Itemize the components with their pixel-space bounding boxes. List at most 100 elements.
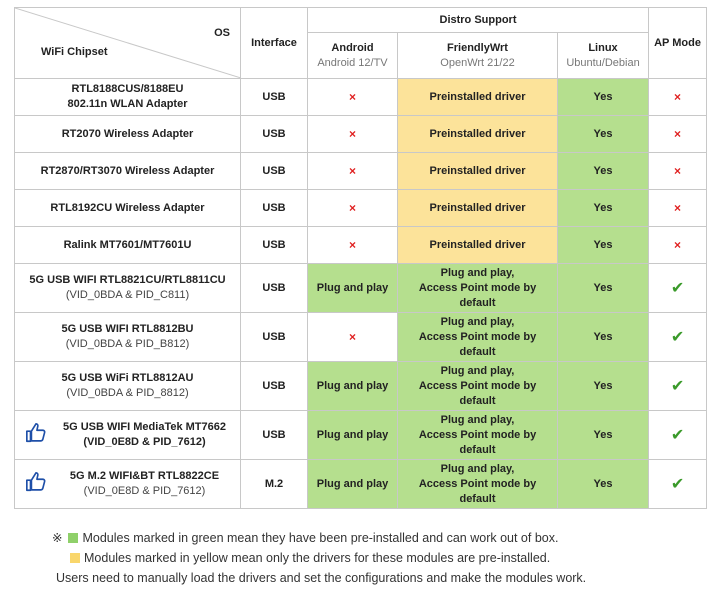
chipset-name: Ralink MT7601/MT7601U	[63, 238, 192, 251]
ap-mode-check-icon: ✔	[648, 263, 708, 313]
chipset-name: RTL8192CU Wireless Adapter	[50, 201, 205, 214]
distro-support-header: Distro Support	[306, 6, 650, 34]
android-cell: ×	[307, 115, 398, 153]
chipset-cell: 5G USB WIFI MediaTek MT7662 (VID_0E8D & P…	[14, 410, 241, 460]
interface-cell: USB	[240, 115, 308, 153]
friendlywrt-cell: Plug and play, Access Point mode by defau…	[397, 459, 558, 509]
ap-mode-cross-icon: ×	[648, 226, 708, 264]
linux-header-name: Linux	[588, 41, 618, 54]
note-extra-line: Users need to manually load the drivers …	[56, 568, 586, 588]
linux-header-version: Ubuntu/Debian	[566, 56, 640, 69]
linux-cell: Yes	[556, 226, 650, 264]
chipset-detail: 802.11n WLAN Adapter	[67, 98, 188, 110]
android-cell: Plug and play	[307, 459, 398, 509]
interface-cell: USB	[240, 226, 308, 264]
linux-cell: Yes	[556, 361, 650, 411]
chipset-detail: (VID_0E8D & PID_7612)	[83, 485, 206, 497]
chipset-name: RT2070 Wireless Adapter	[61, 127, 194, 140]
friendlywrt-line1: Plug and play,	[440, 364, 515, 377]
interface-cell: USB	[240, 152, 308, 190]
diagonal-line	[15, 8, 241, 78]
friendlywrt-header-name: FriendlyWrt	[447, 41, 508, 54]
chipset-detail: (VID_0BDA & PID_C811)	[65, 289, 190, 301]
chipset-name: 5G M.2 WIFI&BT RTL8822CE	[69, 470, 220, 482]
chipset-cell: RTL8192CU Wireless Adapter	[14, 189, 241, 227]
linux-cell: Yes	[556, 189, 650, 227]
ap-mode-cross-icon: ×	[648, 78, 708, 116]
friendlywrt-cell: Preinstalled driver	[397, 78, 558, 116]
wifi-support-table: OS WiFi Chipset Interface Distro Support…	[14, 6, 708, 509]
friendlywrt-cell: Preinstalled driver	[397, 189, 558, 227]
friendlywrt-cell: Preinstalled driver	[397, 115, 558, 153]
linux-cell: Yes	[556, 459, 650, 509]
linux-cell: Yes	[556, 410, 650, 460]
ap-mode-header: AP Mode	[648, 7, 708, 79]
chipset-name: RTL8188CUS/8188EU	[71, 83, 184, 95]
table-row: RTL8192CU Wireless Adapter USB × Preinstall…	[14, 189, 708, 227]
table-row: 5G USB WIFI MediaTek MT7662 (VID_0E8D & P…	[14, 410, 708, 460]
wifi-support-table-wrapper: OS WiFi Chipset Interface Distro Support…	[14, 6, 708, 509]
chipset-cell: RT2870/RT3070 Wireless Adapter	[14, 152, 241, 190]
friendlywrt-line2: Access Point mode by default	[418, 428, 537, 456]
thumbs-up-icon	[25, 422, 47, 449]
ap-mode-cross-icon: ×	[648, 115, 708, 153]
table-body: RTL8188CUS/8188EU 802.11n WLAN Adapter USB…	[14, 78, 708, 509]
android-cell: Plug and play	[307, 263, 398, 313]
chipset-name: 5G USB WIFI RTL8812BU	[61, 323, 194, 335]
friendlywrt-line1: Plug and play,	[440, 462, 515, 475]
thumbs-up-icon	[25, 471, 47, 498]
friendlywrt-line2: Access Point mode by default	[418, 330, 537, 358]
ap-mode-cross-icon: ×	[648, 189, 708, 227]
chipset-detail: (VID_0BDA & PID_8812)	[66, 387, 189, 399]
linux-header: Linux Ubuntu/Debian	[556, 32, 650, 79]
interface-cell: USB	[240, 312, 308, 362]
chipset-cell: RT2070 Wireless Adapter	[14, 115, 241, 153]
chipset-cell: 5G M.2 WIFI&BT RTL8822CE (VID_0E8D & PID_…	[14, 459, 241, 509]
friendlywrt-line1: Preinstalled driver	[429, 90, 526, 103]
chipset-header-label: WiFi Chipset	[41, 46, 108, 58]
android-cell: ×	[307, 78, 398, 116]
friendlywrt-line1: Preinstalled driver	[429, 201, 526, 214]
ap-mode-check-icon: ✔	[648, 361, 708, 411]
android-cell: Plug and play	[307, 410, 398, 460]
note-green-line: ※ Modules marked in green mean they have …	[52, 528, 586, 548]
chipset-name: RT2870/RT3070 Wireless Adapter	[40, 164, 215, 177]
friendlywrt-header: FriendlyWrt OpenWrt 21/22	[397, 32, 558, 79]
table-row: 5G USB WIFI RTL8821CU/RTL8811CU (VID_0BDA…	[14, 263, 708, 313]
android-cell: ×	[307, 152, 398, 190]
friendlywrt-header-version: OpenWrt 21/22	[440, 56, 515, 69]
table-row: RTL8188CUS/8188EU 802.11n WLAN Adapter USB…	[14, 78, 708, 116]
note-yellow-text: Modules marked in yellow mean only the d…	[84, 551, 551, 565]
chipset-name: 5G USB WIFI RTL8821CU/RTL8811CU	[29, 274, 226, 286]
friendlywrt-cell: Preinstalled driver	[397, 152, 558, 190]
friendlywrt-line1: Plug and play,	[440, 413, 515, 426]
chipset-cell: RTL8188CUS/8188EU 802.11n WLAN Adapter	[14, 78, 241, 116]
table-row: RT2070 Wireless Adapter USB × Preinstalled …	[14, 115, 708, 153]
friendlywrt-line1: Preinstalled driver	[429, 238, 526, 251]
chipset-name: 5G USB WiFi RTL8812AU	[61, 372, 194, 384]
linux-cell: Yes	[556, 78, 650, 116]
note-symbol: ※	[52, 531, 63, 545]
ap-mode-check-icon: ✔	[648, 410, 708, 460]
android-cell: ×	[307, 189, 398, 227]
android-cell: ×	[307, 226, 398, 264]
ap-mode-check-icon: ✔	[648, 312, 708, 362]
chipset-detail: (VID_0E8D & PID_7612)	[83, 436, 206, 448]
chipset-cell: 5G USB WIFI RTL8812BU (VID_0BDA & PID_B81…	[14, 312, 241, 362]
friendlywrt-line1: Plug and play,	[440, 266, 515, 279]
os-header-label: OS	[214, 27, 230, 39]
table-row: 5G M.2 WIFI&BT RTL8822CE (VID_0E8D & PID_…	[14, 459, 708, 509]
chipset-detail: (VID_0BDA & PID_B812)	[65, 338, 190, 350]
ap-mode-cross-icon: ×	[648, 152, 708, 190]
note-green-text: Modules marked in green mean they have b…	[82, 531, 559, 545]
table-row: 5G USB WiFi RTL8812AU (VID_0BDA & PID_881…	[14, 361, 708, 411]
chipset-cell: 5G USB WIFI RTL8821CU/RTL8811CU (VID_0BDA…	[14, 263, 241, 313]
interface-header: Interface	[240, 7, 308, 79]
note-yellow-line: Modules marked in yellow mean only the d…	[70, 548, 586, 568]
android-header-name: Android	[331, 41, 374, 54]
notes-section: ※ Modules marked in green mean they have …	[52, 528, 586, 588]
interface-cell: USB	[240, 410, 308, 460]
linux-cell: Yes	[556, 312, 650, 362]
interface-cell: USB	[240, 78, 308, 116]
friendlywrt-line2: Access Point mode by default	[418, 281, 537, 309]
